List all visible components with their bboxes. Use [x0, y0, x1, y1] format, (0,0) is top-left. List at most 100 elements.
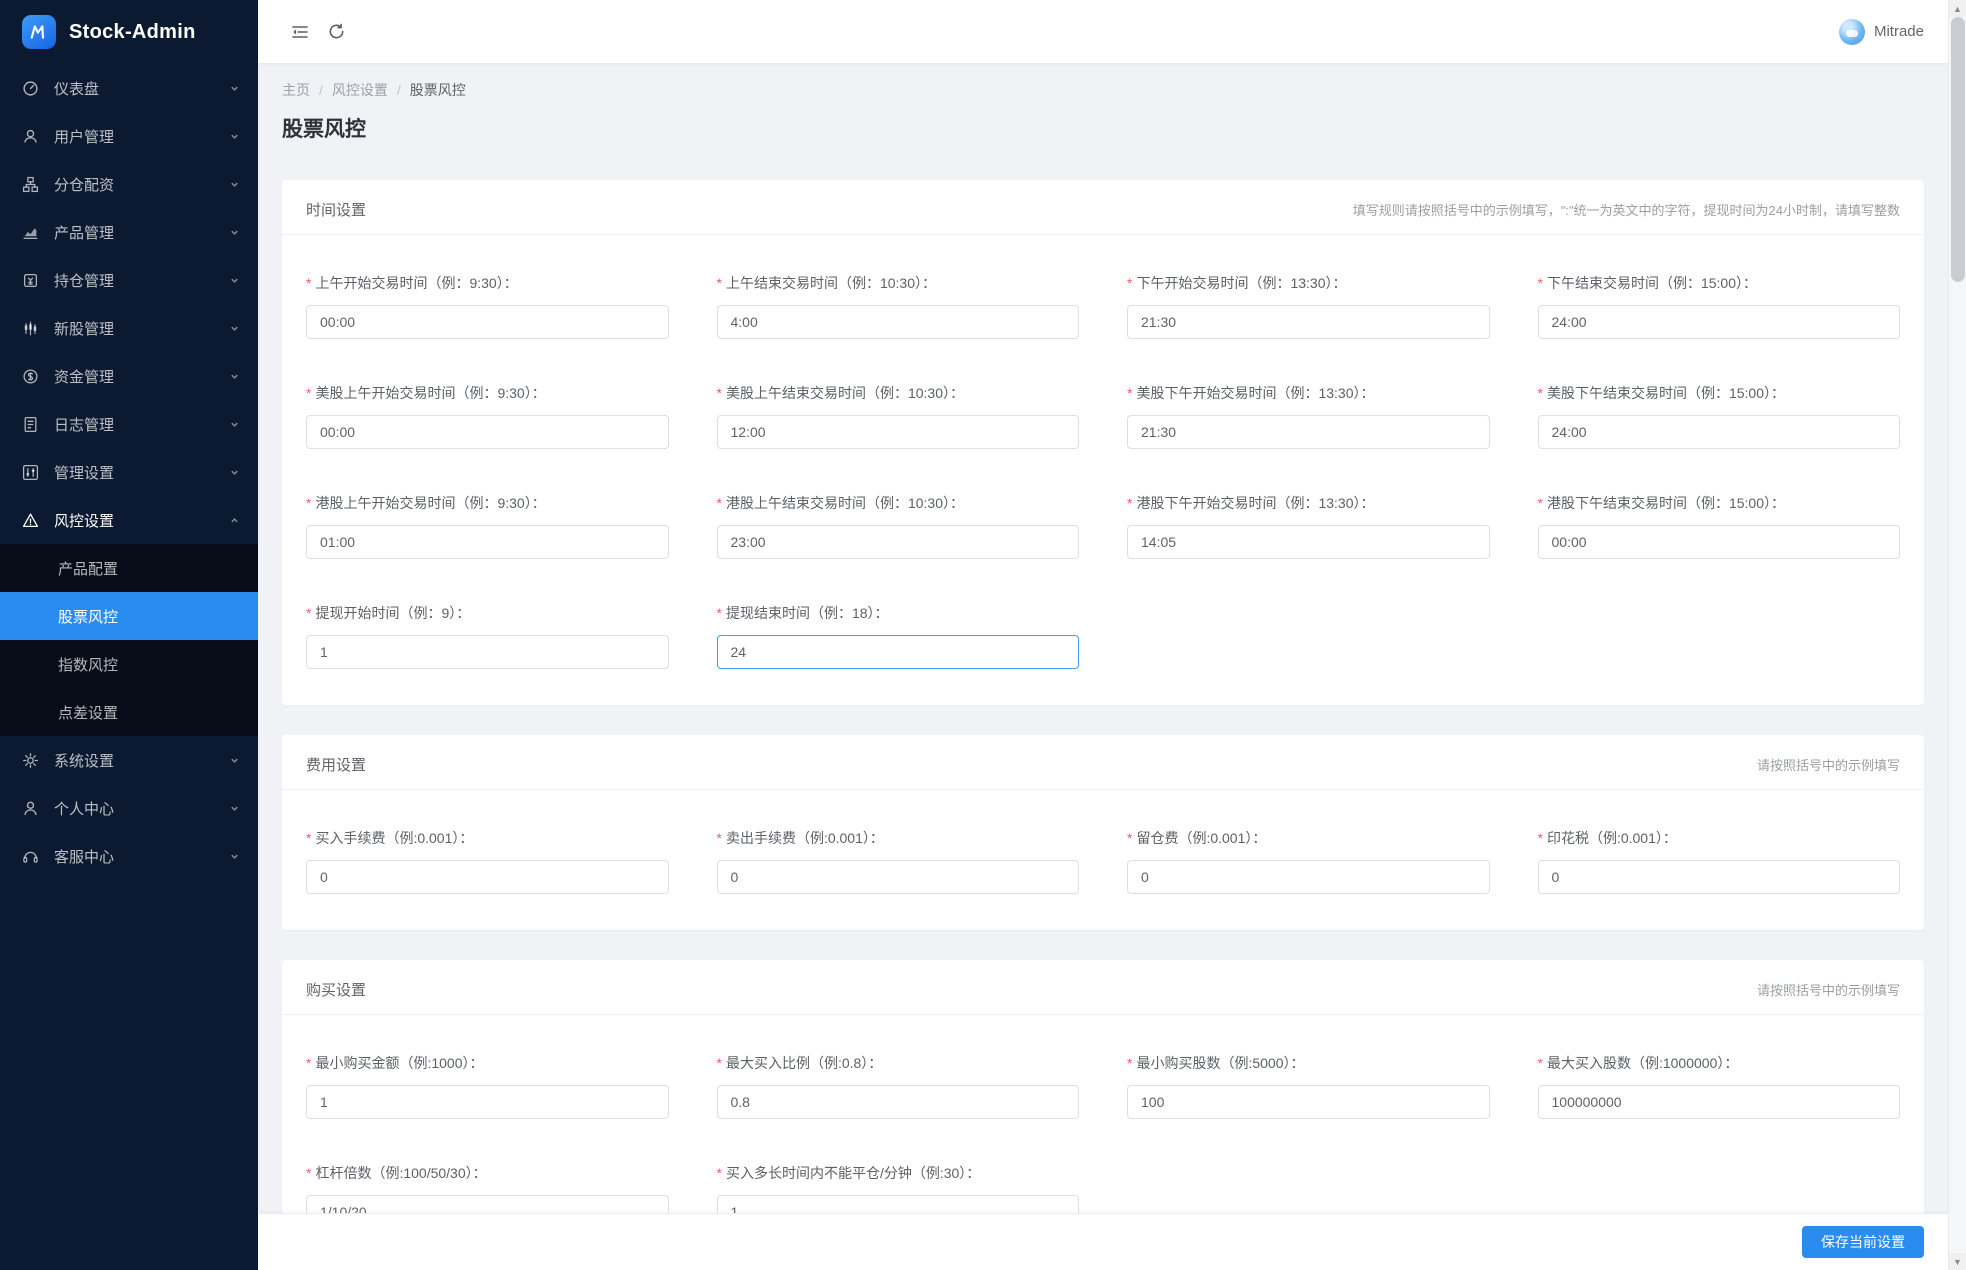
hk-afternoon-close-input[interactable] [1537, 525, 1900, 559]
sidebar-item-label: 持仓管理 [54, 272, 115, 290]
risk-settings-submenu: 产品配置 股票风控 指数风控 点差设置 [0, 544, 258, 736]
field-label: 杠杆倍数（例:100/50/30）： [315, 1165, 487, 1181]
sidebar-subitem-label: 产品配置 [58, 560, 119, 578]
time-settings-fields: *上午开始交易时间（例：9:30）： *上午结束交易时间（例：10:30）： *… [282, 235, 1924, 705]
sidebar-subitem-label: 股票风控 [58, 608, 119, 626]
field-label: 最小购买金额（例:1000）： [315, 1055, 484, 1071]
scrollbar-up-arrow[interactable]: ▲ [1948, 0, 1966, 17]
user-menu[interactable]: Mitrade [1838, 18, 1924, 45]
sidebar-nav: 仪表盘 用户管理 分仓配资 产品管理 持仓管理 新股管理 资金管理 日志管理 管… [0, 64, 258, 880]
required-asterisk: * [1537, 385, 1543, 401]
sidebar-item-customer-service[interactable]: 客服中心 [0, 832, 258, 880]
buy-fee-input[interactable] [306, 860, 669, 894]
scrollbar-down-arrow[interactable]: ▼ [1948, 1253, 1966, 1270]
withdraw-start-input[interactable] [306, 635, 669, 669]
breadcrumb-home[interactable]: 主页 [282, 80, 310, 100]
form-field: * 上午开始交易时间（例：9:30）： [306, 273, 669, 339]
sidebar-item-users[interactable]: 用户管理 [0, 112, 258, 160]
hk-morning-close-input[interactable] [716, 525, 1079, 559]
form-field: * 美股下午开始交易时间（例：13:30）： [1127, 383, 1490, 449]
morning-open-input[interactable] [306, 305, 669, 339]
required-asterisk: * [716, 1055, 722, 1071]
field-label: 卖出手续费（例:0.001）： [725, 830, 884, 846]
max-buy-shares-input[interactable] [1537, 1085, 1900, 1119]
min-buy-shares-input[interactable] [1127, 1085, 1490, 1119]
required-asterisk: * [306, 495, 312, 511]
required-asterisk: * [1127, 1055, 1133, 1071]
required-asterisk: * [1127, 275, 1133, 291]
sidebar-item-label: 新股管理 [54, 320, 115, 338]
morning-close-input[interactable] [716, 305, 1079, 339]
form-field: * 港股上午开始交易时间（例：9:30）： [306, 493, 669, 559]
sidebar-item-admin-settings[interactable]: 管理设置 [0, 448, 258, 496]
field-label: 美股上午结束交易时间（例：10:30）： [725, 385, 964, 401]
field-label: 下午开始交易时间（例：13:30）： [1136, 275, 1347, 291]
form-field: * 最大买入比例（例:0.8）： [716, 1053, 1079, 1119]
field-label: 最小购买股数（例:5000）： [1136, 1055, 1305, 1071]
breadcrumb-risk-settings[interactable]: 风控设置 [332, 80, 388, 100]
sidebar-item-logs[interactable]: 日志管理 [0, 400, 258, 448]
chevron-down-icon [229, 83, 240, 94]
afternoon-close-input[interactable] [1537, 305, 1900, 339]
field-label: 提现结束时间（例：18）： [725, 605, 889, 621]
form-field: * 美股上午开始交易时间（例：9:30）： [306, 383, 669, 449]
chevron-down-icon [229, 803, 240, 814]
form-field: * 美股下午结束交易时间（例：15:00）： [1537, 383, 1900, 449]
gear-icon [22, 752, 39, 769]
brand-header[interactable]: Stock-Admin [0, 0, 258, 64]
save-button[interactable]: 保存当前设置 [1802, 1226, 1924, 1258]
sidebar-subitem-stock-risk[interactable]: 股票风控 [0, 592, 258, 640]
afternoon-open-input[interactable] [1127, 305, 1490, 339]
sidebar-item-dashboard[interactable]: 仪表盘 [0, 64, 258, 112]
collapse-sidebar-button[interactable] [282, 14, 318, 50]
sidebar-subitem-index-risk[interactable]: 指数风控 [0, 640, 258, 688]
required-asterisk: * [716, 830, 722, 846]
candlestick-icon [22, 320, 39, 337]
required-asterisk: * [1537, 275, 1543, 291]
sidebar-subitem-label: 点差设置 [58, 704, 119, 722]
field-label: 港股下午开始交易时间（例：13:30）： [1136, 495, 1375, 511]
content-area: 主页 / 风控设置 / 股票风控 股票风控 时间设置 填写规则请按照括号中的示例… [258, 63, 1948, 1270]
overnight-fee-input[interactable] [1127, 860, 1490, 894]
sidebar-item-warehouse-allocation[interactable]: 分仓配资 [0, 160, 258, 208]
sidebar-subitem-spread-settings[interactable]: 点差设置 [0, 688, 258, 736]
refresh-button[interactable] [318, 14, 354, 50]
app-window: Stock-Admin 仪表盘 用户管理 分仓配资 产品管理 持仓管理 新股管理… [0, 0, 1966, 1270]
required-asterisk: * [716, 385, 722, 401]
sidebar-item-profile-center[interactable]: 个人中心 [0, 784, 258, 832]
us-afternoon-open-input[interactable] [1127, 415, 1490, 449]
sidebar-item-new-shares[interactable]: 新股管理 [0, 304, 258, 352]
withdraw-end-input[interactable] [716, 635, 1079, 669]
hk-morning-open-input[interactable] [306, 525, 669, 559]
required-asterisk: * [1127, 830, 1133, 846]
chevron-down-icon [229, 131, 240, 142]
sidebar-subitem-product-config[interactable]: 产品配置 [0, 544, 258, 592]
form-field: * 买入手续费（例:0.001）： [306, 828, 669, 894]
user-name: Mitrade [1873, 23, 1924, 40]
field-label: 最大买入比例（例:0.8）： [725, 1055, 883, 1071]
us-afternoon-close-input[interactable] [1537, 415, 1900, 449]
field-label: 美股下午开始交易时间（例：13:30）： [1136, 385, 1375, 401]
section-title: 费用设置 [306, 757, 367, 774]
sidebar-item-funds[interactable]: 资金管理 [0, 352, 258, 400]
breadcrumb-separator: / [319, 82, 323, 98]
max-buy-ratio-input[interactable] [716, 1085, 1079, 1119]
sidebar-item-products[interactable]: 产品管理 [0, 208, 258, 256]
sidebar-item-system-settings[interactable]: 系统设置 [0, 736, 258, 784]
hk-afternoon-open-input[interactable] [1127, 525, 1490, 559]
section-title: 时间设置 [306, 202, 367, 219]
sidebar-item-positions[interactable]: 持仓管理 [0, 256, 258, 304]
us-morning-open-input[interactable] [306, 415, 669, 449]
scrollbar-thumb[interactable] [1951, 17, 1965, 282]
breadcrumb-separator: / [396, 82, 401, 98]
stamp-tax-input[interactable] [1537, 860, 1900, 894]
vertical-scrollbar[interactable]: ▲ ▼ [1948, 0, 1966, 1270]
min-buy-amount-input[interactable] [306, 1085, 669, 1119]
document-icon [22, 416, 39, 433]
us-morning-close-input[interactable] [716, 415, 1079, 449]
sell-fee-input[interactable] [716, 860, 1079, 894]
sidebar-item-risk-settings[interactable]: 风控设置 [0, 496, 258, 544]
area-chart-icon [22, 224, 39, 241]
fee-settings-fields: *买入手续费（例:0.001）： *卖出手续费（例:0.001）： *留仓费（例… [282, 790, 1924, 930]
field-label: 买入手续费（例:0.001）： [315, 830, 474, 846]
